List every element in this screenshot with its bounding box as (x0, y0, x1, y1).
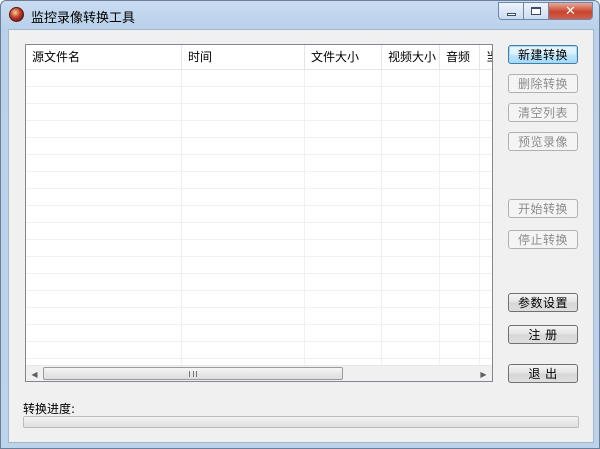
table-row[interactable] (26, 121, 492, 138)
table-row[interactable] (26, 342, 492, 359)
table-row[interactable] (26, 138, 492, 155)
table-row[interactable] (26, 274, 492, 291)
column-gridline (439, 70, 440, 365)
new-convert-button[interactable]: 新建转换 (508, 45, 578, 64)
list-header: 源文件名 时间 文件大小 视频大小 音频 当 (26, 45, 492, 70)
scroll-right-arrow-icon[interactable]: ▶ (475, 366, 492, 382)
close-button[interactable]: ✕ (549, 2, 593, 20)
list-body[interactable] (26, 70, 492, 365)
maximize-button[interactable] (524, 2, 549, 20)
title-bar[interactable]: 监控录像转换工具 ✕ (1, 1, 599, 29)
close-icon: ✕ (565, 3, 576, 19)
table-row[interactable] (26, 206, 492, 223)
horizontal-scrollbar[interactable]: ◀ ▶ (26, 365, 492, 381)
column-gridline (181, 70, 182, 365)
table-row[interactable] (26, 257, 492, 274)
column-header-source-file[interactable]: 源文件名 (26, 45, 182, 69)
table-row[interactable] (26, 223, 492, 240)
column-header-file-size[interactable]: 文件大小 (305, 45, 382, 69)
column-header-time[interactable]: 时间 (182, 45, 305, 69)
delete-convert-button[interactable]: 删除转换 (508, 74, 578, 93)
scroll-left-arrow-icon[interactable]: ◀ (26, 366, 43, 382)
conversion-progress-bar (23, 416, 579, 428)
column-gridline (381, 70, 382, 365)
scrollbar-thumb[interactable] (43, 367, 343, 380)
table-row[interactable] (26, 308, 492, 325)
column-gridline (304, 70, 305, 365)
table-row[interactable] (26, 240, 492, 257)
table-row[interactable] (26, 172, 492, 189)
stop-convert-button[interactable]: 停止转换 (508, 230, 578, 249)
window-title: 监控录像转换工具 (31, 11, 136, 26)
progress-label: 转换进度: (23, 402, 76, 416)
main-window: 监控录像转换工具 ✕ 源文件名 时间 文件大小 视频大小 音频 当 (0, 0, 600, 449)
column-gridline (479, 70, 480, 365)
clear-list-button[interactable]: 清空列表 (508, 103, 578, 122)
column-header-audio[interactable]: 音频 (440, 45, 480, 69)
table-row[interactable] (26, 104, 492, 121)
table-row[interactable] (26, 70, 492, 87)
minimize-button[interactable] (498, 2, 524, 20)
settings-button[interactable]: 参数设置 (508, 293, 578, 312)
scrollbar-grip-icon (189, 371, 197, 377)
table-row[interactable] (26, 87, 492, 104)
start-convert-button[interactable]: 开始转换 (508, 199, 578, 218)
preview-video-button[interactable]: 预览录像 (508, 132, 578, 151)
column-header-video-size[interactable]: 视频大小 (382, 45, 440, 69)
maximize-icon (531, 7, 541, 15)
register-button[interactable]: 注 册 (508, 325, 578, 344)
table-row[interactable] (26, 189, 492, 206)
table-row[interactable] (26, 291, 492, 308)
table-row[interactable] (26, 155, 492, 172)
client-area: 源文件名 时间 文件大小 视频大小 音频 当 ◀ ▶ 新建转换 删除转换 (8, 29, 594, 443)
column-header-current[interactable]: 当 (480, 45, 492, 69)
app-icon[interactable] (9, 7, 24, 22)
exit-button[interactable]: 退 出 (508, 364, 578, 383)
minimize-icon (506, 12, 516, 16)
table-row[interactable] (26, 325, 492, 342)
window-controls: ✕ (498, 2, 593, 20)
file-list[interactable]: 源文件名 时间 文件大小 视频大小 音频 当 ◀ ▶ (25, 44, 493, 382)
